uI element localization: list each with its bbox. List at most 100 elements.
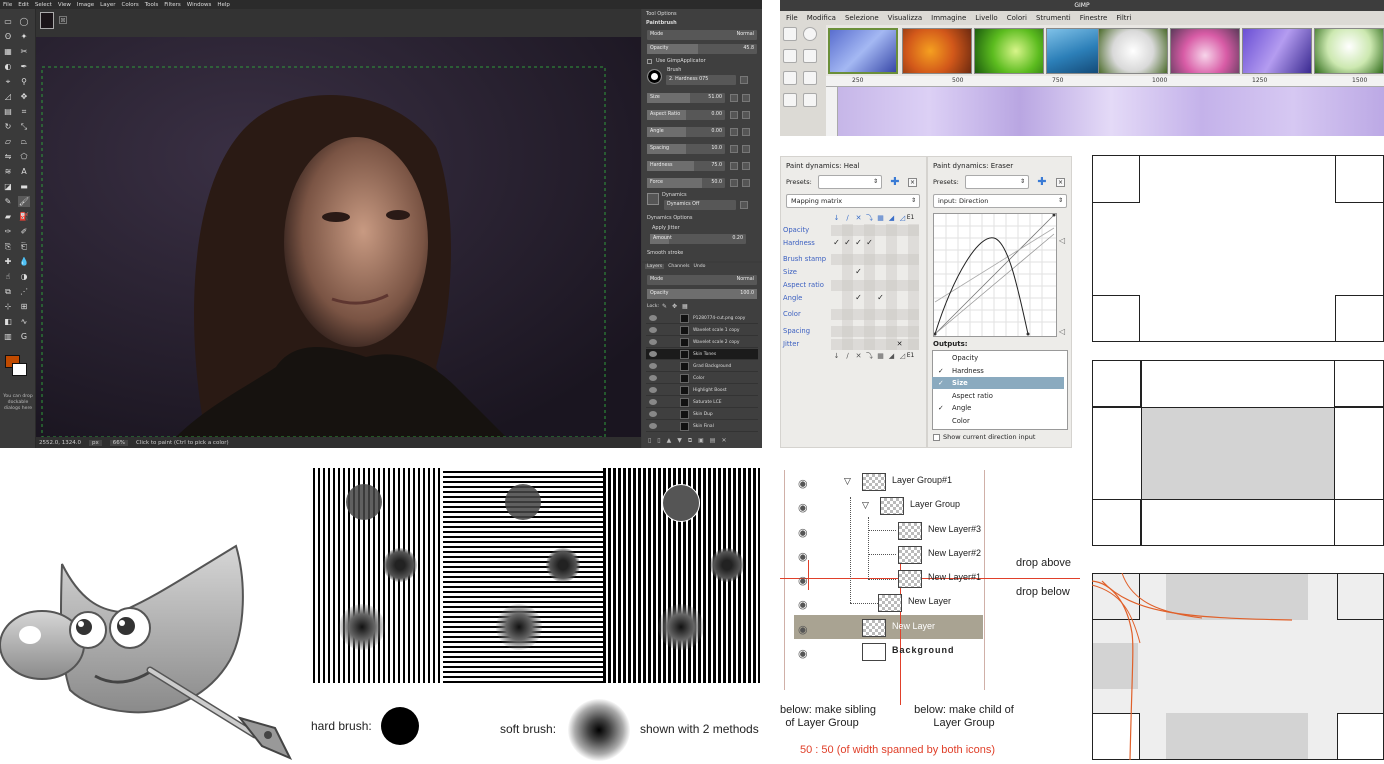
image-canvas-it[interactable] xyxy=(838,87,1384,136)
fuzzy-select-icon[interactable] xyxy=(803,49,817,63)
menu-tools[interactable]: Tools xyxy=(145,2,159,8)
layer-row[interactable]: Wavelet scale 2 copy xyxy=(646,337,758,348)
reset-icon[interactable] xyxy=(730,145,738,153)
layer-row[interactable]: Skin Dup xyxy=(646,409,758,420)
foreground-select-icon[interactable]: ◐ xyxy=(2,61,14,72)
perspective-icon[interactable]: ⏢ xyxy=(18,136,30,147)
dynamics-icon[interactable] xyxy=(647,193,659,205)
chain-link-icon[interactable] xyxy=(742,145,750,153)
levels-icon[interactable]: ▥ xyxy=(2,331,14,342)
eye-icon[interactable] xyxy=(649,423,657,429)
paths-icon[interactable]: ✒ xyxy=(18,61,30,72)
chain-link-icon[interactable] xyxy=(742,162,750,170)
color-picker-icon[interactable]: ⌖ xyxy=(2,76,14,87)
paths-icon[interactable] xyxy=(783,93,797,107)
image-thumb-2[interactable] xyxy=(902,28,972,74)
gegl-icon[interactable]: G xyxy=(18,331,30,342)
fuzzy-select-icon[interactable]: ✦ xyxy=(18,31,30,42)
eraser-icon[interactable]: ▰ xyxy=(2,211,14,222)
menu-livello[interactable]: Livello xyxy=(975,14,997,22)
brush-spacing-slider[interactable]: Spacing 10.0 xyxy=(647,144,725,154)
tool-options-tab[interactable]: Tool Options xyxy=(646,11,677,17)
layer-row[interactable]: Grad Background xyxy=(646,361,758,372)
output-item[interactable]: ✓ Hardness xyxy=(932,365,1064,377)
layer-name[interactable]: Layer Group xyxy=(910,499,960,509)
eye-icon[interactable] xyxy=(649,411,657,417)
eye-icon[interactable] xyxy=(649,351,657,357)
menu-help[interactable]: Help xyxy=(217,2,230,8)
menu-windows[interactable]: Windows xyxy=(187,2,212,8)
menu-file[interactable]: File xyxy=(786,14,798,22)
menu-filtri[interactable]: Filtri xyxy=(1116,14,1131,22)
menu-edit[interactable]: Edit xyxy=(18,2,29,8)
chain-link-icon[interactable] xyxy=(742,111,750,119)
menu-colori[interactable]: Colori xyxy=(1007,14,1027,22)
dynamics-options-expander[interactable]: Dynamics Options xyxy=(647,215,693,221)
ellipse-select-icon[interactable]: ◯ xyxy=(18,16,30,27)
menu-visualizza[interactable]: Visualizza xyxy=(888,14,922,22)
brush-size-slider[interactable]: Size 51.00 xyxy=(647,93,725,103)
mypaint-brush-icon[interactable]: ✐ xyxy=(18,226,30,237)
mapping-check[interactable]: ✓ xyxy=(864,237,875,249)
ellipse-select-icon[interactable] xyxy=(803,27,817,41)
layer-row[interactable]: P1280774-cut.png copy xyxy=(646,313,758,324)
show-direction-checkbox[interactable] xyxy=(933,434,940,441)
layer-row[interactable]: Skin Final xyxy=(646,421,758,432)
reset-icon[interactable] xyxy=(730,179,738,187)
brush-hardness-slider[interactable]: Hardness 75.0 xyxy=(647,161,725,171)
brush-force-slider[interactable]: Force 50.0 xyxy=(647,178,725,188)
mapping-check[interactable]: ✓ xyxy=(831,237,842,249)
image-thumb-3[interactable] xyxy=(974,28,1044,74)
menu-view[interactable]: View xyxy=(58,2,71,8)
expander-icon[interactable]: ▽ xyxy=(844,477,851,487)
curves-icon[interactable]: ∿ xyxy=(18,316,30,327)
color-select-icon[interactable] xyxy=(783,71,797,85)
output-item[interactable]: Color xyxy=(932,415,1064,427)
eye-icon[interactable] xyxy=(649,327,657,333)
eye-icon[interactable]: ◉ xyxy=(798,598,808,611)
delete-preset-icon[interactable]: × xyxy=(1056,178,1065,187)
seamless-clone-icon[interactable]: ⧉ xyxy=(2,286,14,297)
shear-icon[interactable]: ▱ xyxy=(2,136,14,147)
output-item[interactable]: Aspect ratio xyxy=(932,390,1064,402)
layer-name[interactable]: New Layer#3 xyxy=(928,524,981,534)
layer-name[interactable]: New Layer#2 xyxy=(928,548,981,558)
layer-mode-select[interactable]: Mode Normal xyxy=(647,275,757,285)
menu-layer[interactable]: Layer xyxy=(100,2,115,8)
brush-aspect-ratio-slider[interactable]: Aspect Ratio 0.00 xyxy=(647,110,725,120)
chain-link-icon[interactable] xyxy=(742,94,750,102)
rotate-icon[interactable]: ↻ xyxy=(2,121,14,132)
output-item[interactable]: ✓ Size xyxy=(932,377,1064,390)
picker-icon[interactable] xyxy=(803,93,817,107)
eye-icon[interactable] xyxy=(649,363,657,369)
chain-link-icon[interactable] xyxy=(742,179,750,187)
reset-icon[interactable] xyxy=(730,111,738,119)
clone-icon[interactable]: ⎘ xyxy=(2,241,14,252)
tab-channels[interactable]: Channels xyxy=(668,264,689,269)
layer-name[interactable]: Background xyxy=(892,645,955,655)
image-canvas[interactable] xyxy=(36,37,641,437)
scale-icon[interactable]: ⤡ xyxy=(18,121,30,132)
crop-icon[interactable]: ⌗ xyxy=(18,106,30,117)
image-thumb-1[interactable] xyxy=(828,28,898,74)
dynamics-select[interactable]: Dynamics Off xyxy=(664,200,736,210)
eye-icon[interactable]: ◉ xyxy=(798,501,808,514)
rect-select-icon[interactable] xyxy=(783,27,797,41)
image-thumb-8[interactable] xyxy=(1314,28,1384,74)
jitter-amount-slider[interactable]: Amount 0.20 xyxy=(650,234,746,244)
text-icon[interactable]: A xyxy=(18,166,30,177)
scissors-icon[interactable] xyxy=(803,71,817,85)
pencil-icon[interactable]: ✎ xyxy=(2,196,14,207)
unit-select[interactable]: px xyxy=(89,439,102,446)
mapping-check[interactable]: ✓ xyxy=(853,237,864,249)
eye-icon[interactable] xyxy=(649,339,657,345)
eye-icon[interactable]: ◉ xyxy=(798,623,808,636)
image-thumb-5[interactable] xyxy=(1098,28,1168,74)
zoom-select[interactable]: 66% xyxy=(109,439,128,446)
color-select-icon[interactable]: ▦ xyxy=(2,46,14,57)
eye-icon[interactable] xyxy=(649,375,657,381)
cage-icon[interactable]: ⬠ xyxy=(18,151,30,162)
warp-icon[interactable]: ≋ xyxy=(2,166,14,177)
layer-name[interactable]: New Layer xyxy=(892,621,935,631)
layer-name[interactable]: New Layer xyxy=(908,596,951,606)
